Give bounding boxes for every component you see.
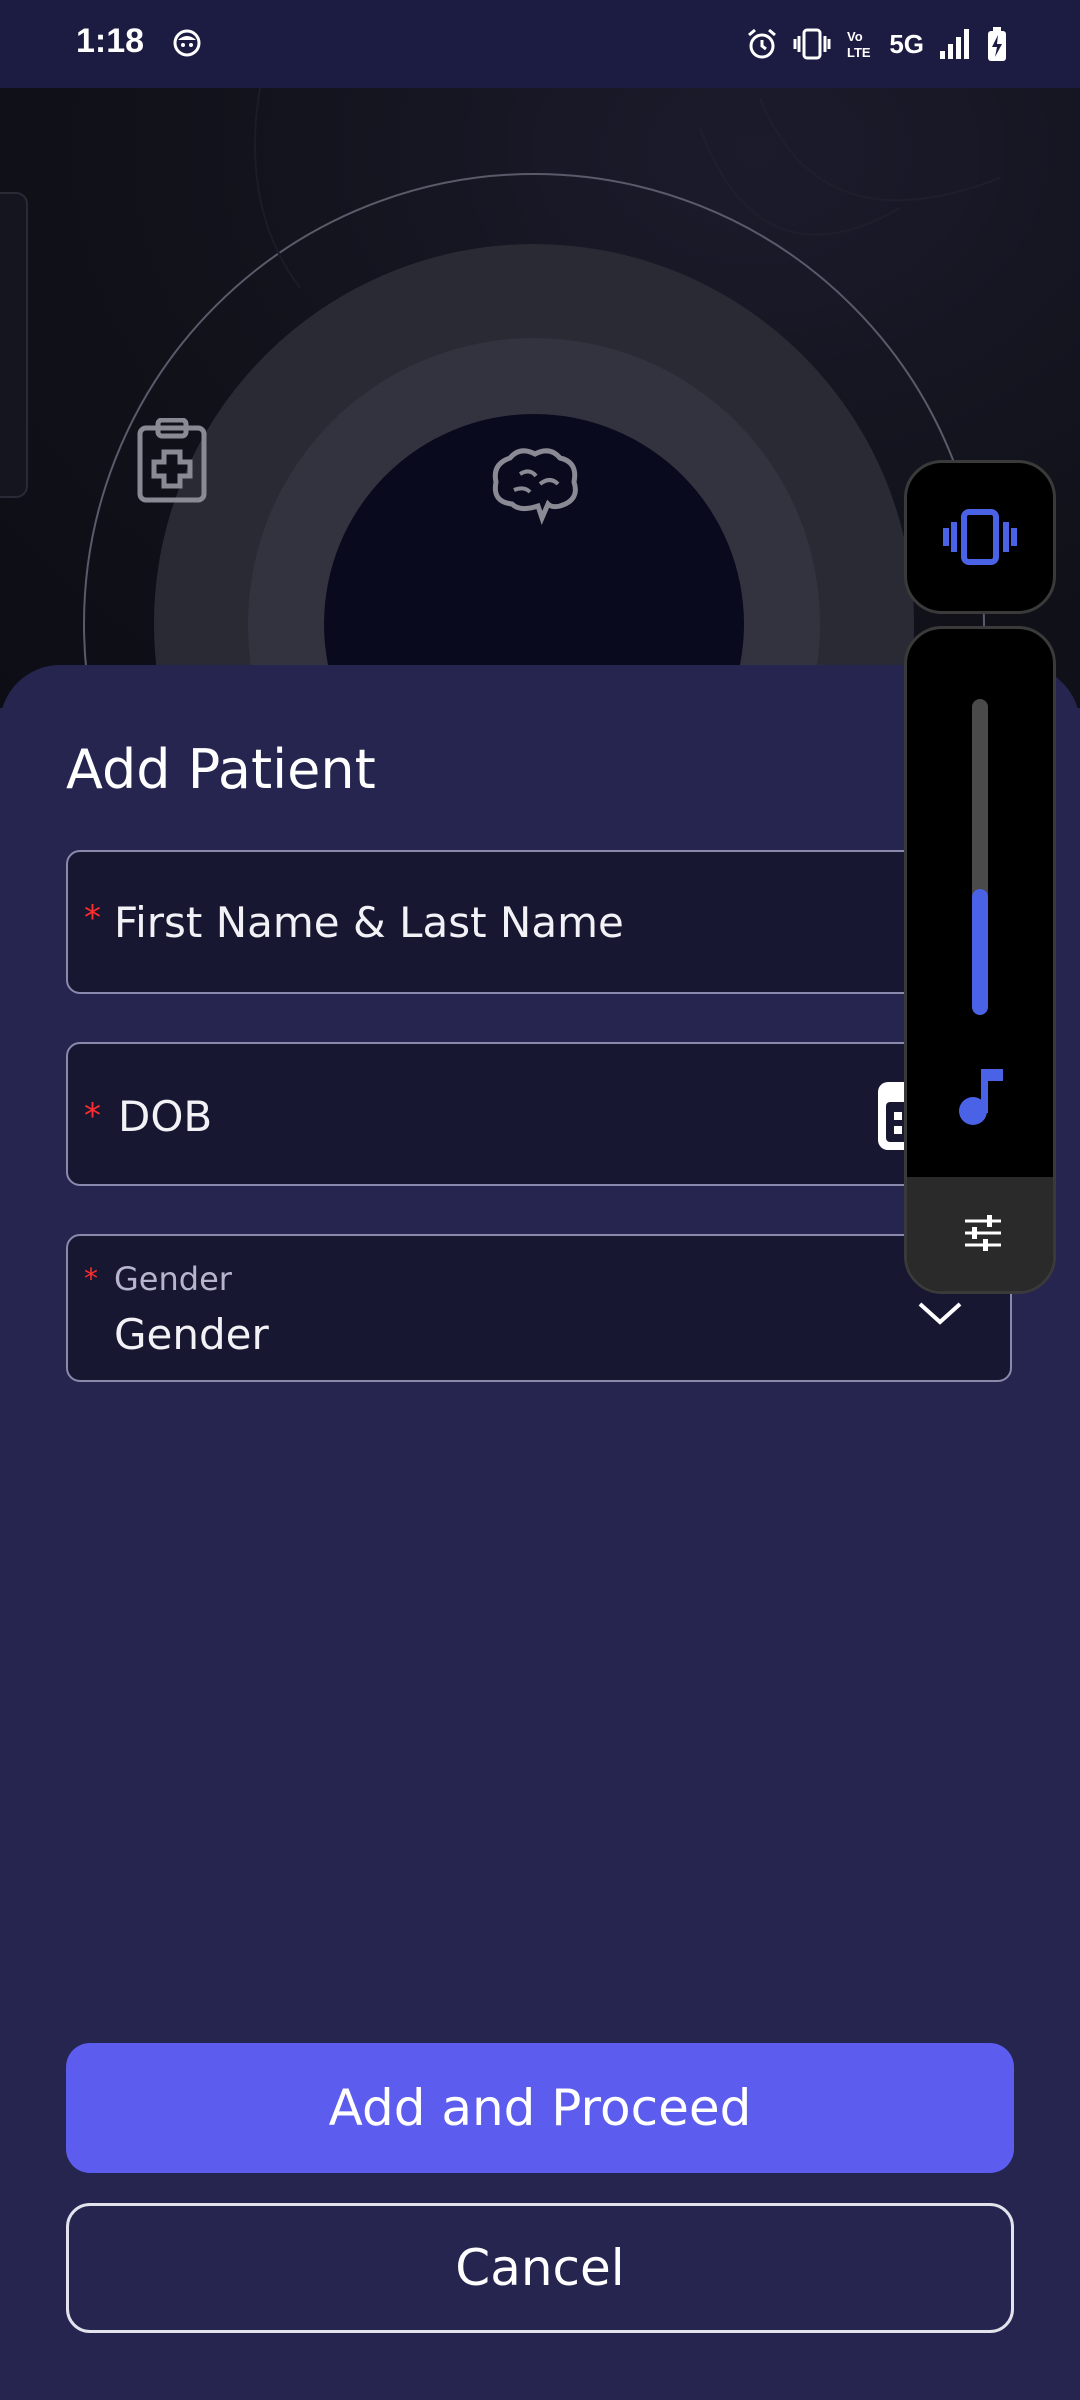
vibrate-icon [793, 28, 831, 60]
clipboard-medical-icon [137, 418, 207, 503]
dob-field[interactable]: * DOB [66, 1042, 1012, 1186]
gender-label: Gender [114, 1260, 232, 1298]
battery-charging-icon [988, 27, 1006, 61]
side-tab[interactable] [0, 192, 28, 498]
tune-icon [965, 1215, 1001, 1251]
status-icons: Vo LTE 5G [745, 24, 1008, 64]
volume-slider[interactable] [972, 699, 988, 1015]
volume-level [972, 888, 988, 1015]
signal-icon [940, 29, 969, 59]
gender-value: Gender [114, 1310, 269, 1359]
screen: 1:18 Vo LTE 5G Add Patient * First Name … [0, 0, 1080, 2400]
status-bar: 1:18 Vo LTE 5G [0, 0, 1080, 88]
dob-placeholder: DOB [118, 1092, 213, 1141]
hero-rings [83, 88, 1001, 708]
vibrate-icon [943, 509, 1017, 565]
sound-settings-button[interactable] [907, 1177, 1053, 1291]
required-mark: * [84, 898, 101, 938]
ringer-mode-button[interactable] [904, 460, 1056, 614]
patient-name-field[interactable]: * First Name & Last Name [66, 850, 1012, 994]
sheet-title: Add Patient [66, 738, 376, 801]
hero-illustration [0, 88, 1080, 708]
name-placeholder: First Name & Last Name [114, 898, 624, 947]
face-icon [173, 29, 201, 57]
required-mark: * [84, 1096, 101, 1136]
chevron-down-icon[interactable] [916, 1298, 964, 1328]
alarm-icon [748, 28, 777, 59]
svg-text:Vo: Vo [847, 29, 863, 44]
gender-select[interactable]: * Gender Gender [66, 1234, 1012, 1382]
volume-panel [904, 626, 1056, 1294]
status-time: 1:18 [76, 22, 145, 60]
brain-icon [492, 448, 578, 526]
cancel-button[interactable]: Cancel [66, 2203, 1014, 2333]
music-icon[interactable] [953, 1065, 1009, 1129]
svg-text:LTE: LTE [847, 45, 871, 60]
add-and-proceed-button[interactable]: Add and Proceed [66, 2043, 1014, 2173]
network-type: 5G [889, 28, 924, 59]
required-mark: * [84, 1262, 98, 1295]
volte-icon: Vo LTE [847, 29, 871, 60]
